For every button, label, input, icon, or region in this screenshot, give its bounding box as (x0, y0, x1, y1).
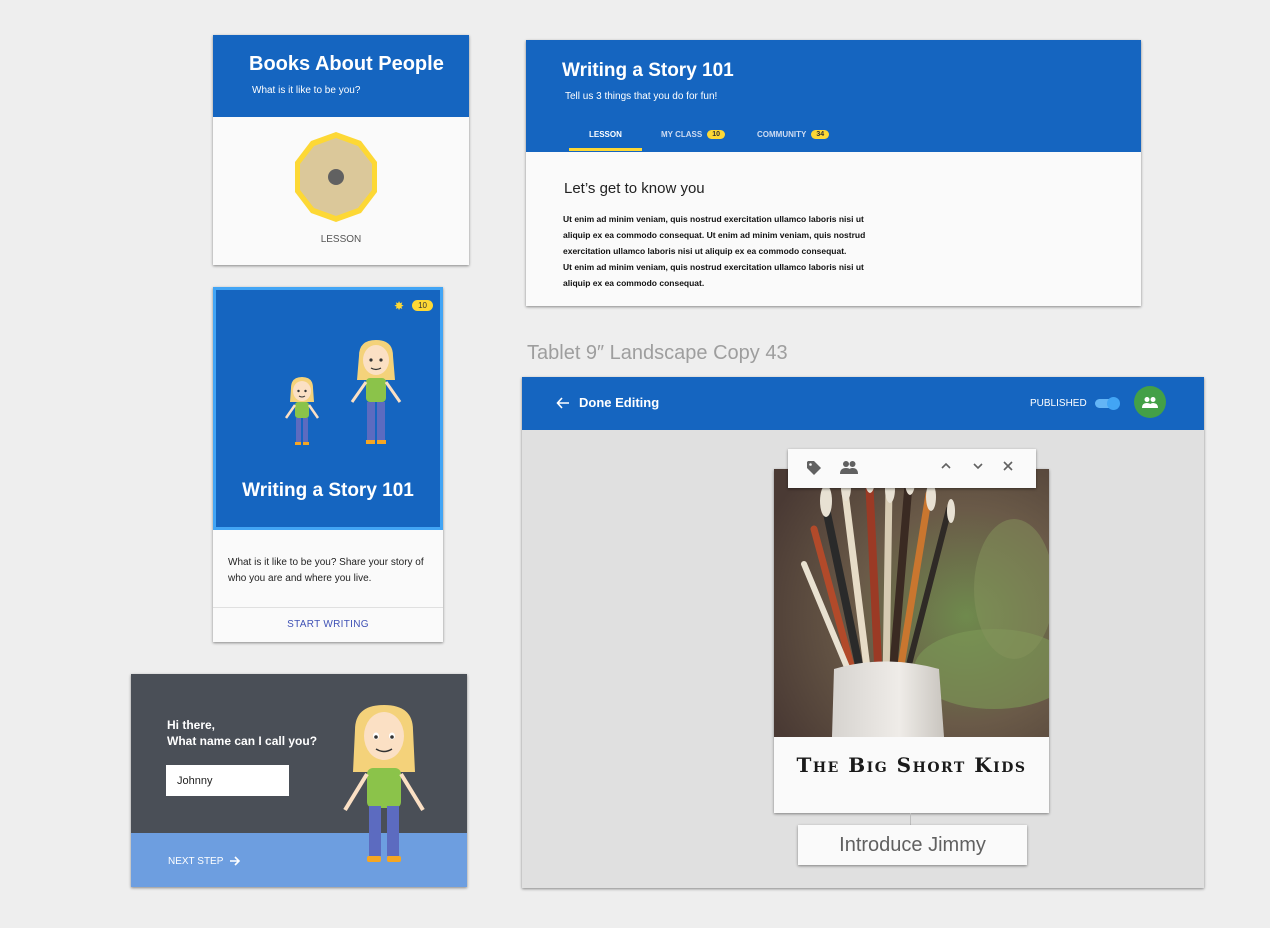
arrow-right-icon (230, 856, 241, 866)
toggle-thumb (1106, 397, 1120, 410)
share-people-button[interactable] (1134, 386, 1166, 418)
chevron-down-icon[interactable] (972, 460, 984, 472)
people-icon[interactable] (840, 460, 858, 474)
book-title[interactable]: The Big Short Kids (774, 753, 1049, 777)
tab-label: MY CLASS (661, 130, 703, 139)
tab-label: COMMUNITY (757, 130, 807, 139)
cover-toolbar (788, 449, 1036, 488)
writing-story-card[interactable]: ✸ 10 Writing a Story 101 What is it like… (213, 287, 443, 642)
tab-community[interactable]: COMMUNITY 34 (757, 130, 830, 139)
tab-label: LESSON (589, 130, 622, 139)
start-writing-button[interactable]: START WRITING (213, 619, 443, 630)
name-input[interactable] (166, 765, 289, 796)
published-toggle[interactable] (1094, 396, 1121, 410)
books-about-people-card[interactable]: Books About People What is it like to be… (213, 35, 469, 265)
editor-app-bar: Done Editing PUBLISHED (522, 377, 1204, 430)
body-line: aliquip ex ea commodo consequat. Ut enim… (563, 230, 866, 240)
close-icon[interactable] (1002, 460, 1014, 472)
done-editing-label: Done Editing (579, 395, 660, 410)
name-prompt: Hi there, What name can I call you? (167, 717, 317, 749)
card-hero: ✸ 10 Writing a Story 101 (213, 287, 443, 530)
count-badge: 10 (412, 300, 433, 311)
people-icon (1142, 397, 1158, 408)
card-description: What is it like to be you? Share your st… (228, 557, 424, 584)
tab-count-badge: 34 (811, 130, 830, 139)
panel-title: Writing a Story 101 (562, 60, 734, 81)
chapter-card[interactable]: Introduce Jimmy (798, 825, 1027, 865)
card-subtitle: What is it like to be you? (252, 85, 361, 96)
card-title: Writing a Story 101 (242, 480, 414, 501)
section-body: Ut enim ad minim veniam, quis nostrud ex… (563, 211, 893, 291)
body-line: Ut enim ad minim veniam, quis nostrud ex… (563, 262, 864, 272)
divider (213, 607, 443, 608)
question-text: What name can I call you? (167, 734, 318, 748)
character-illustration (343, 705, 425, 862)
arrow-back-icon (556, 396, 569, 409)
section-heading: Let’s get to know you (564, 180, 705, 197)
panel-header: Writing a Story 101 Tell us 3 things tha… (526, 40, 1141, 152)
small-kid-illustration (284, 377, 320, 445)
name-prompt-card: Hi there, What name can I call you? NEXT… (131, 674, 467, 887)
published-label: PUBLISHED (1030, 397, 1087, 409)
tablet-editor: Done Editing PUBLISHED The Big Short Kid… (522, 377, 1204, 888)
tall-kid-illustration (350, 340, 402, 444)
body-line: exercitation ullamco laboris nisi ut ali… (563, 246, 847, 256)
active-tab-indicator (569, 148, 642, 151)
body-line: Ut enim ad minim veniam, quis nostrud ex… (563, 214, 864, 224)
tag-icon[interactable] (806, 460, 822, 476)
card-header: Books About People What is it like to be… (213, 35, 469, 117)
done-editing-button[interactable]: Done Editing (556, 395, 659, 410)
book-cover-card[interactable]: The Big Short Kids (774, 469, 1049, 813)
next-step-label: NEXT STEP (168, 855, 224, 867)
tab-lesson[interactable]: LESSON (589, 130, 622, 139)
greeting-text: Hi there, (167, 718, 216, 732)
chevron-up-icon[interactable] (940, 460, 952, 472)
card-title: Books About People (249, 53, 444, 75)
published-control: PUBLISHED (1030, 396, 1121, 410)
tab-my-class[interactable]: MY CLASS 10 (661, 130, 725, 139)
lesson-panel: Writing a Story 101 Tell us 3 things tha… (526, 40, 1141, 306)
panel-subtitle: Tell us 3 things that you do for fun! (565, 91, 718, 102)
cover-photo (774, 469, 1049, 737)
next-step-button[interactable]: NEXT STEP (168, 855, 241, 867)
badge-label: LESSON (320, 234, 362, 245)
artboard-label: Tablet 9″ Landscape Copy 43 (527, 342, 788, 364)
star-icon: ✸ (393, 299, 404, 313)
lesson-badge-icon[interactable] (289, 130, 383, 224)
tab-count-badge: 10 (707, 130, 725, 139)
connector-line (910, 813, 911, 825)
body-line: aliquip ex ea commodo consequat. (563, 278, 705, 288)
